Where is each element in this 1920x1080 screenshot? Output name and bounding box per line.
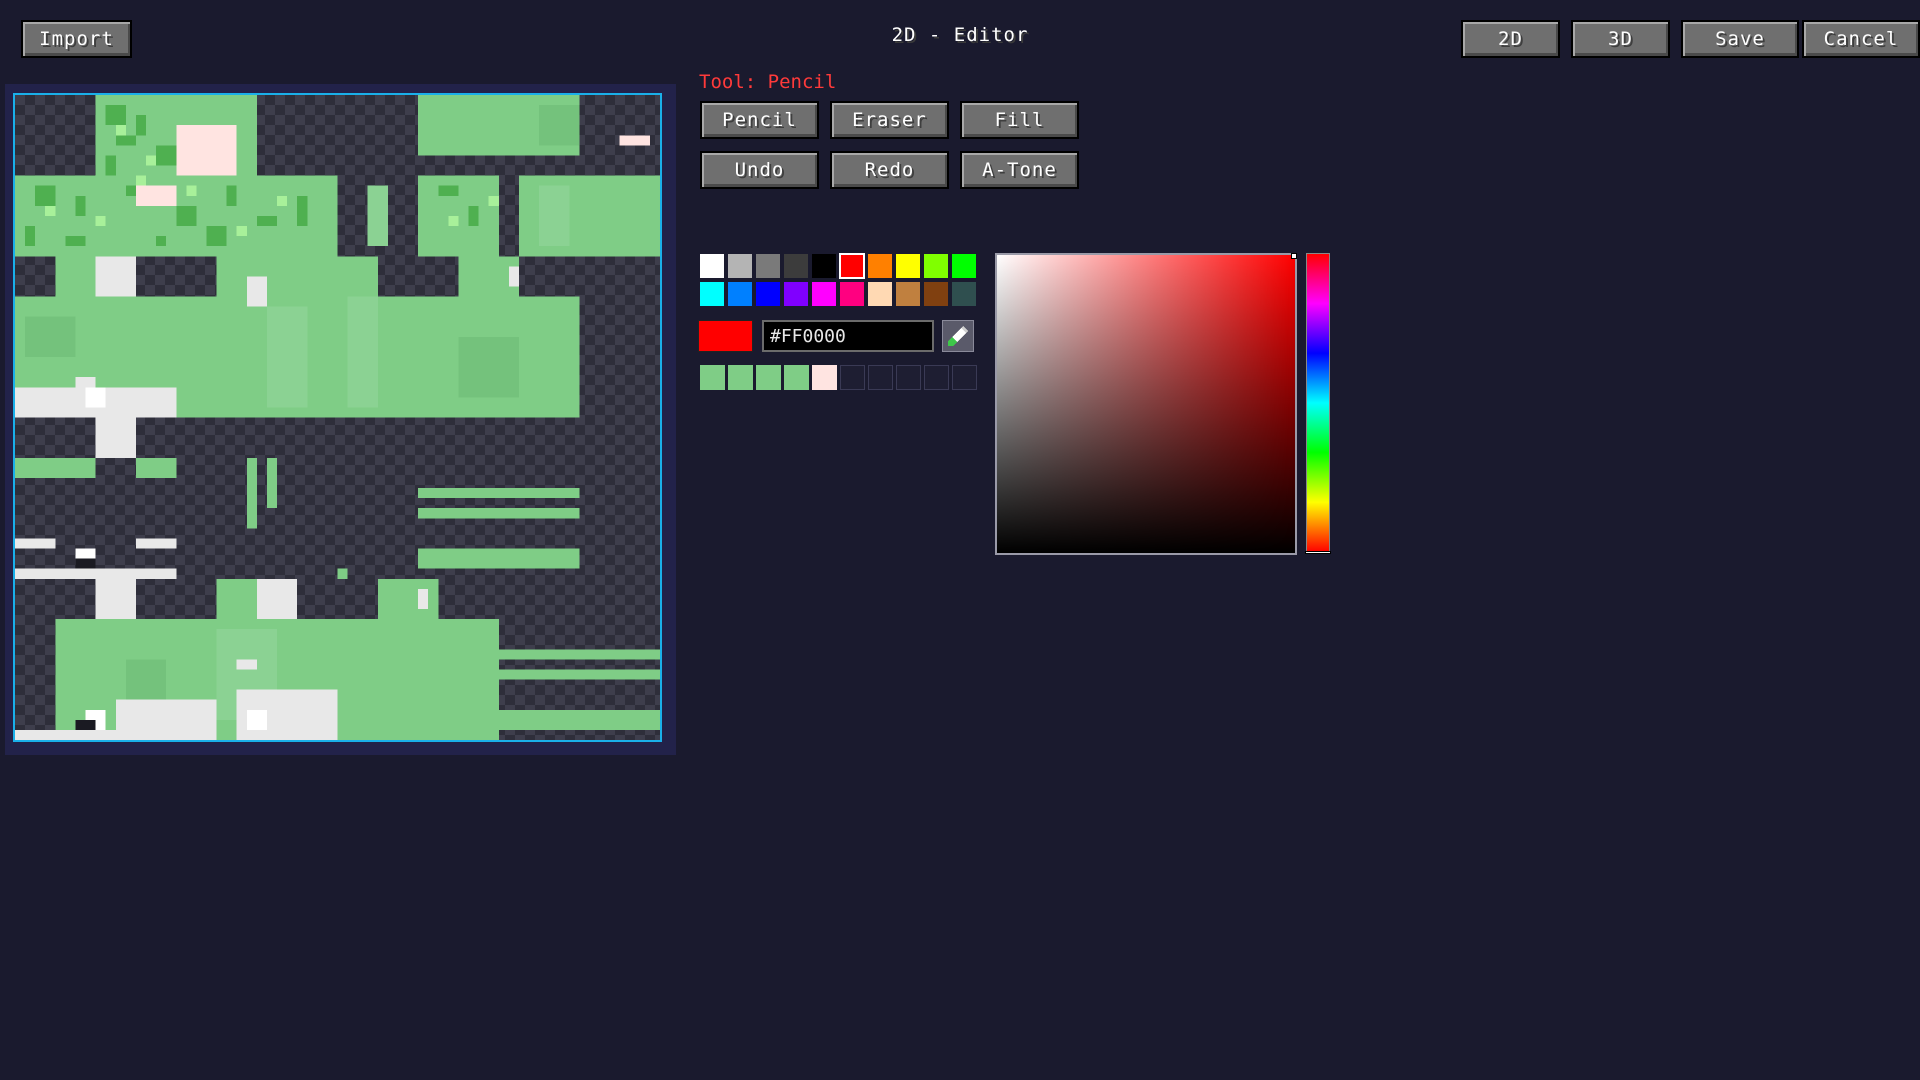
palette-swatch[interactable]: [756, 282, 780, 306]
hue-slider-handle[interactable]: [1305, 551, 1331, 554]
palette-swatch[interactable]: [924, 282, 948, 306]
palette-swatch[interactable]: [868, 254, 892, 278]
eyedropper-icon: [948, 326, 968, 346]
hex-color-input[interactable]: [762, 320, 934, 352]
sv-cursor[interactable]: [1291, 253, 1297, 259]
palette-swatch[interactable]: [839, 253, 865, 279]
palette-swatch[interactable]: [728, 282, 752, 306]
saturation-brightness-picker[interactable]: [995, 253, 1297, 555]
recent-color-empty-slot: [840, 365, 865, 390]
palette-swatch[interactable]: [812, 282, 836, 306]
recent-color-empty-slot: [868, 365, 893, 390]
mode-2d-button[interactable]: 2D: [1461, 20, 1560, 58]
a-tone-button[interactable]: A-Tone: [960, 151, 1079, 189]
palette-swatch[interactable]: [700, 254, 724, 278]
redo-button[interactable]: Redo: [830, 151, 949, 189]
recent-color-swatch[interactable]: [812, 365, 837, 390]
skin-canvas[interactable]: [13, 93, 662, 742]
hue-slider[interactable]: [1305, 253, 1331, 554]
palette-swatch[interactable]: [840, 282, 864, 306]
palette-swatch[interactable]: [700, 282, 724, 306]
current-color-preview: [698, 320, 753, 352]
palette-swatch[interactable]: [728, 254, 752, 278]
palette-swatch[interactable]: [784, 282, 808, 306]
cancel-button[interactable]: Cancel: [1802, 20, 1920, 58]
palette-swatch[interactable]: [952, 282, 976, 306]
mode-3d-button[interactable]: 3D: [1571, 20, 1670, 58]
recent-color-swatch[interactable]: [700, 365, 725, 390]
recent-color-swatch[interactable]: [728, 365, 753, 390]
palette-swatch[interactable]: [756, 254, 780, 278]
skin-texture[interactable]: [15, 95, 660, 740]
save-button[interactable]: Save: [1681, 20, 1799, 58]
recent-color-empty-slot: [896, 365, 921, 390]
recent-color-swatch[interactable]: [784, 365, 809, 390]
palette-swatch[interactable]: [952, 254, 976, 278]
undo-button[interactable]: Undo: [700, 151, 819, 189]
eraser-button[interactable]: Eraser: [830, 101, 949, 139]
current-tool-label: Tool: Pencil: [699, 71, 837, 93]
recent-color-empty-slot: [924, 365, 949, 390]
palette-swatch[interactable]: [896, 254, 920, 278]
palette-swatch[interactable]: [812, 254, 836, 278]
recent-color-empty-slot: [952, 365, 977, 390]
recent-color-swatch[interactable]: [756, 365, 781, 390]
palette-swatch[interactable]: [868, 282, 892, 306]
pencil-button[interactable]: Pencil: [700, 101, 819, 139]
palette-swatch[interactable]: [784, 254, 808, 278]
eyedropper-button[interactable]: [942, 320, 974, 352]
palette-swatch[interactable]: [896, 282, 920, 306]
palette-swatch[interactable]: [924, 254, 948, 278]
fill-button[interactable]: Fill: [960, 101, 1079, 139]
